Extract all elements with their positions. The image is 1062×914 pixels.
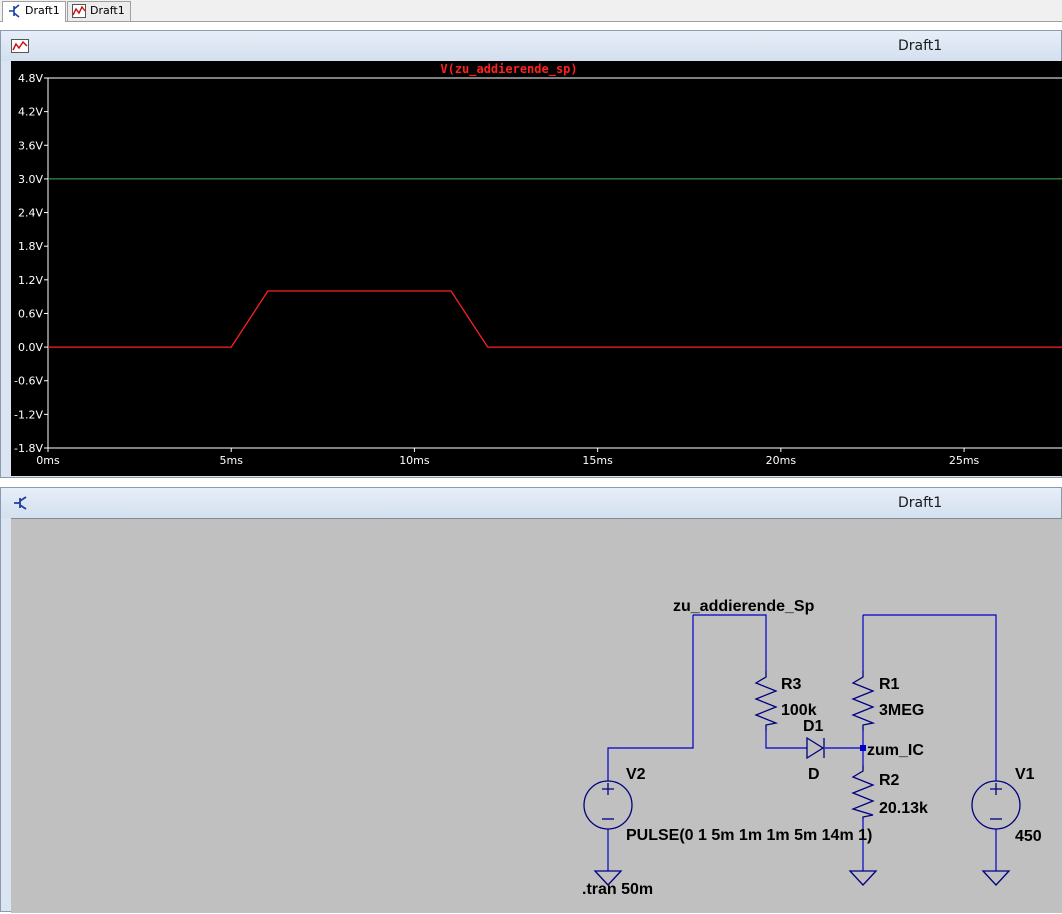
waveform-chart: V(zu_addierende_sp) 4.8V 4.2V 3.6V 3.0V 2.4V… bbox=[14, 62, 1062, 467]
plot-marks bbox=[48, 178, 1062, 348]
r1-value[interactable]: 3MEG bbox=[879, 702, 924, 719]
waveform-plot[interactable]: V(zu_addierende_sp) 4.8V 4.2V 3.6V 3.0V 2.4V… bbox=[11, 61, 1062, 476]
schematic-drawing: zu_addierende_Sp R3 100k R1 3MEG D1 D zu… bbox=[582, 598, 1042, 898]
x-tick-label: 15ms bbox=[582, 454, 613, 467]
v2-value[interactable]: PULSE(0 1 5m 1m 1m 5m 14m 1) bbox=[626, 827, 872, 844]
y-tick-label: 1.8V bbox=[18, 240, 43, 253]
ground-symbol[interactable] bbox=[981, 870, 1011, 886]
resistor-r3[interactable] bbox=[754, 671, 779, 731]
d1-name[interactable]: D1 bbox=[803, 718, 824, 735]
wire[interactable] bbox=[607, 615, 694, 781]
resistor-r1[interactable] bbox=[851, 671, 876, 731]
spice-directive[interactable]: .tran 50m bbox=[582, 881, 653, 898]
trace-label[interactable]: V(zu_addierende_sp) bbox=[440, 62, 577, 77]
trace-line[interactable] bbox=[48, 290, 1062, 348]
y-tick-label: 3.6V bbox=[18, 139, 43, 152]
resistor-r2[interactable] bbox=[851, 765, 875, 819]
y-tick-label: 0.6V bbox=[18, 307, 43, 320]
net-label-output[interactable]: zum_IC bbox=[867, 742, 924, 759]
junction-dot bbox=[860, 745, 866, 751]
schematic-window-titlebar[interactable]: Draft1 bbox=[1, 488, 1061, 518]
r2-name[interactable]: R2 bbox=[879, 772, 900, 789]
r3-name[interactable]: R3 bbox=[781, 676, 802, 693]
waveform-window-titlebar[interactable]: Draft1 bbox=[1, 31, 1061, 61]
document-tab-strip: Draft1 Draft1 bbox=[0, 0, 1062, 22]
window-title: Draft1 bbox=[898, 38, 943, 54]
voltage-source-v1[interactable] bbox=[971, 780, 1021, 830]
x-tick-label: 5ms bbox=[219, 454, 243, 467]
wire[interactable] bbox=[765, 731, 807, 749]
tab-waveform[interactable]: Draft1 bbox=[67, 1, 131, 21]
y-tick-label: 4.8V bbox=[18, 72, 43, 85]
y-tick-label: 2.4V bbox=[18, 207, 43, 220]
y-tick-label: -0.6V bbox=[14, 375, 43, 388]
voltage-source-v2[interactable] bbox=[583, 780, 633, 830]
tab-label: Draft1 bbox=[90, 4, 125, 17]
r3-value[interactable]: 100k bbox=[781, 702, 817, 719]
schematic-window: Draft1 zu_addierende_Sp R3 100k R1 3MEG … bbox=[0, 487, 1062, 913]
x-tick-label: 0ms bbox=[36, 454, 60, 467]
schematic-icon bbox=[9, 4, 20, 18]
waveform-icon bbox=[72, 4, 86, 18]
r2-value[interactable]: 20.13k bbox=[879, 800, 928, 817]
ground-symbol[interactable] bbox=[848, 870, 878, 886]
tab-label: Draft1 bbox=[25, 4, 60, 17]
v2-name[interactable]: V2 bbox=[626, 766, 646, 783]
y-tick-label: -1.2V bbox=[14, 408, 43, 421]
diode-d1[interactable] bbox=[806, 736, 825, 760]
plot-axes: 4.8V 4.2V 3.6V 3.0V 2.4V 1.8V 1.2V 0.6V 0.0V -0.6… bbox=[14, 72, 1062, 467]
tab-schematic[interactable]: Draft1 bbox=[2, 1, 66, 22]
d1-value[interactable]: D bbox=[808, 766, 820, 783]
v1-value[interactable]: 450 bbox=[1015, 828, 1042, 845]
wire[interactable] bbox=[693, 614, 767, 671]
v1-name[interactable]: V1 bbox=[1015, 766, 1035, 783]
x-tick-label: 25ms bbox=[949, 454, 980, 467]
x-tick-label: 10ms bbox=[399, 454, 430, 467]
waveform-icon bbox=[11, 39, 29, 53]
y-tick-label: 1.2V bbox=[18, 274, 43, 287]
y-tick-label: 0.0V bbox=[18, 341, 43, 354]
r1-name[interactable]: R1 bbox=[879, 676, 900, 693]
y-tick-label: 4.2V bbox=[18, 106, 43, 119]
window-title: Draft1 bbox=[898, 495, 943, 511]
schematic-canvas[interactable]: zu_addierende_Sp R3 100k R1 3MEG D1 D zu… bbox=[11, 518, 1062, 913]
y-tick-label: 3.0V bbox=[18, 173, 43, 186]
plot-frame bbox=[47, 77, 1062, 449]
waveform-window: Draft1 V(zu_addierende_sp) 4.8V 4.2V 3.6V 3… bbox=[0, 30, 1062, 478]
x-tick-label: 20ms bbox=[766, 454, 797, 467]
net-label-input[interactable]: zu_addierende_Sp bbox=[673, 598, 815, 615]
schematic-icon bbox=[14, 496, 27, 510]
